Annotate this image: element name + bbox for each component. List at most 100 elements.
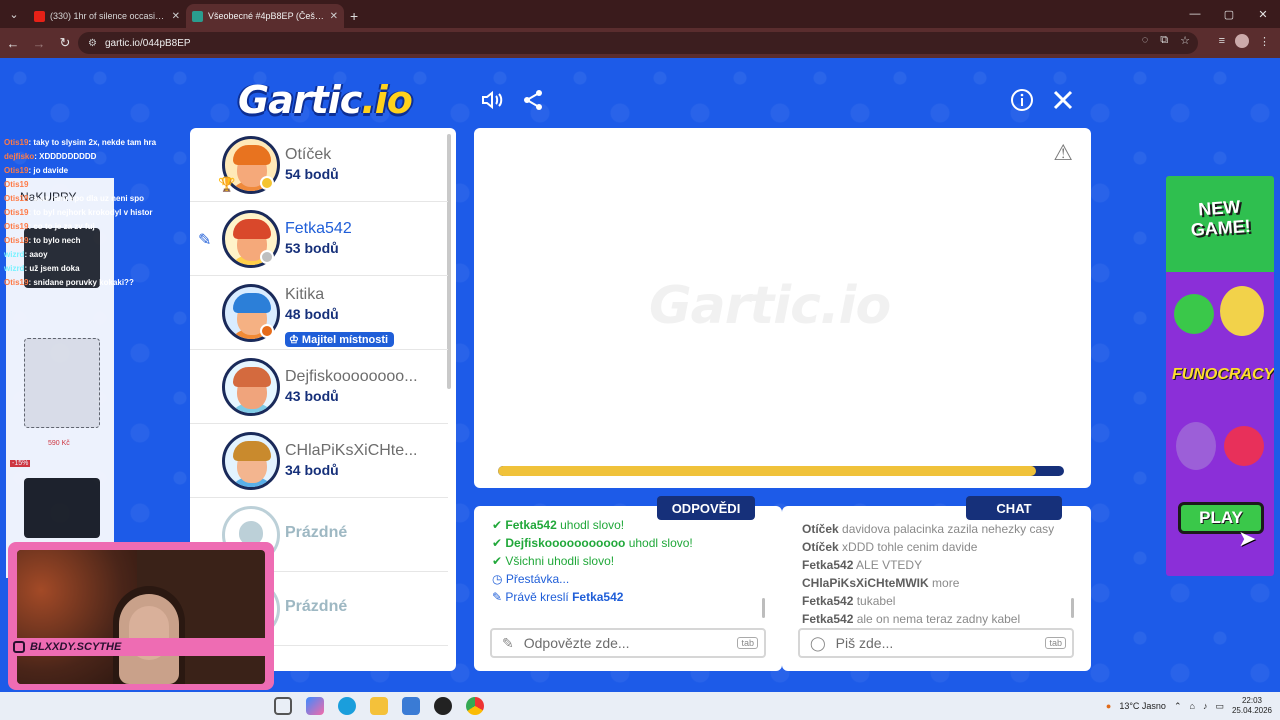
drawing-canvas[interactable]: ⚠ Gartic.io xyxy=(474,128,1091,488)
ad-character-image xyxy=(1224,426,1264,466)
check-icon: ✔ xyxy=(492,554,506,568)
player-row[interactable]: 🏆 Otíček 54 bodů xyxy=(190,128,448,202)
pencil-icon: ✎ xyxy=(492,590,506,604)
pencil-icon: ✎ xyxy=(502,634,514,651)
maximize-button[interactable]: ▢ xyxy=(1212,0,1246,28)
answers-scrollbar[interactable] xyxy=(762,598,765,618)
weather-icon[interactable]: ● xyxy=(1106,701,1111,711)
forward-icon[interactable]: → xyxy=(26,36,52,51)
chat-scrollbar[interactable] xyxy=(1071,598,1074,618)
chat-message: Otíček davidova palacinka zazila nehezky… xyxy=(802,522,1055,536)
player-row[interactable]: CHlaPiKsXiCHte... 34 bodů xyxy=(190,424,448,498)
edge-icon[interactable] xyxy=(338,697,356,715)
tab-key-hint: tab xyxy=(1045,637,1066,649)
tab-gartic[interactable]: Všeobecné #4pB8EP (Čeština) - ✕ xyxy=(186,4,344,28)
player-row[interactable]: Dejfiskoooooooo... 43 bodů xyxy=(190,350,448,424)
player-points: 43 bodů xyxy=(285,388,339,404)
stream-chat-line: wizrd: už jsem doka xyxy=(4,264,80,273)
youtube-icon xyxy=(34,10,45,22)
avatar xyxy=(222,358,280,416)
reload-icon[interactable]: ↻ xyxy=(52,35,78,51)
ad-character-image xyxy=(1174,294,1214,334)
address-bar-icons: ◌ ⧉ ☆ xyxy=(1142,34,1190,47)
bookmark-star-icon[interactable]: ☆ xyxy=(1180,34,1190,47)
check-icon: ✔ xyxy=(492,536,506,550)
site-info-icon[interactable]: ⚙ xyxy=(88,38,97,49)
stream-chat-line: Otis19: taky to slysim 2x, nekde tam hra xyxy=(4,138,157,147)
share-icon[interactable] xyxy=(521,88,545,112)
system-message: ✎ Právě kreslí Fetka542 xyxy=(492,590,624,604)
menu-icon[interactable]: ⋮ xyxy=(1259,35,1270,48)
player-name: Otíček xyxy=(285,146,332,163)
app-icon[interactable] xyxy=(434,697,452,715)
system-message: ◷ Přestávka... xyxy=(492,572,570,586)
clock[interactable]: 22:03 25.04.2026 xyxy=(1232,696,1272,716)
system-tray: ● 13°C Jasno ⌃ ⌂ ♪ ▭ 22:03 25.04.2026 xyxy=(1106,692,1272,720)
chat-placeholder: Piš zde... xyxy=(835,635,894,651)
task-view-icon[interactable] xyxy=(274,697,292,715)
report-warning-icon[interactable]: ⚠ xyxy=(1053,140,1073,166)
chat-message: Otíček xDDD tohle cenim davide xyxy=(802,540,978,554)
instagram-icon xyxy=(13,641,25,653)
tab-youtube[interactable]: (330) 1hr of silence occasionall ✕ xyxy=(28,4,186,28)
ad-price: 590 Kč xyxy=(48,440,70,447)
toolbar-right: ≡ ⋮ xyxy=(1219,34,1270,48)
new-tab-button[interactable]: + xyxy=(350,4,358,28)
volume-icon[interactable]: ♪ xyxy=(1203,701,1208,711)
reading-list-icon[interactable]: ≡ xyxy=(1219,35,1225,47)
webcam-overlay xyxy=(8,542,274,690)
tab-search-button[interactable]: ⌄ xyxy=(0,0,28,28)
eye-off-icon[interactable]: ◌ xyxy=(1142,34,1149,47)
navigation-bar: ← → ↻ ⚙ gartic.io/044pB8EP ◌ ⧉ ☆ ≡ ⋮ xyxy=(0,28,1280,58)
chat-message: CHlaPiKsXiCHteMWIK more xyxy=(802,576,960,590)
check-icon: ✔ xyxy=(492,518,506,532)
chat-feed: Otíček davidova palacinka zazila nehezky… xyxy=(802,520,1072,628)
sound-icon[interactable] xyxy=(480,88,504,112)
answer-input[interactable]: ✎ Odpovězte zde... tab xyxy=(490,628,766,658)
profile-avatar[interactable] xyxy=(1235,34,1249,48)
player-points: 54 bodů xyxy=(285,166,339,182)
crown-icon: ♔ xyxy=(289,334,302,346)
answers-feed: ✔ Fetka542 uhodl slovo! ✔ Dejfiskooooooo… xyxy=(492,516,762,624)
info-icon[interactable] xyxy=(1010,88,1034,112)
stream-chat-line: Otis19: jo davide xyxy=(4,166,69,175)
player-points: 34 bodů xyxy=(285,462,339,478)
close-tab-icon[interactable]: ✕ xyxy=(330,11,338,22)
avatar xyxy=(222,432,280,490)
player-row[interactable]: ✎ Fetka542 53 bodů xyxy=(190,202,448,276)
install-icon[interactable]: ⧉ xyxy=(1160,34,1168,47)
empty-slot-label: Prázdné xyxy=(285,524,348,541)
right-advert[interactable]: NEW GAME! FUNOCRACY PLAY ➤ xyxy=(1166,176,1274,576)
file-explorer-icon[interactable] xyxy=(370,697,388,715)
chat-panel: Otíček davidova palacinka zazila nehezky… xyxy=(782,506,1091,671)
close-tab-icon[interactable]: ✕ xyxy=(172,11,180,22)
canvas-watermark: Gartic.io xyxy=(649,276,891,336)
chat-input[interactable]: ◯ Piš zde... tab xyxy=(798,628,1074,658)
player-row[interactable]: Kitika 48 bodů ♔ Majitel místnosti xyxy=(190,276,448,350)
player-points: 48 bodů xyxy=(285,306,339,322)
player-name: Kitika xyxy=(285,286,325,303)
player-name: CHlaPiKsXiCHte... xyxy=(285,442,418,459)
tray-arrow-icon[interactable]: ⌃ xyxy=(1174,701,1182,712)
close-window-button[interactable]: ✕ xyxy=(1246,0,1280,28)
answers-panel: ✔ Fetka542 uhodl slovo! ✔ Dejfiskooooooo… xyxy=(474,506,782,671)
battery-icon[interactable]: ▭ xyxy=(1215,701,1224,712)
photos-icon[interactable] xyxy=(402,697,420,715)
url-text: gartic.io/044pB8EP xyxy=(104,37,191,49)
weather-text[interactable]: 13°C Jasno xyxy=(1119,701,1166,711)
back-icon[interactable]: ← xyxy=(0,36,26,51)
answer-placeholder: Odpovězte zde... xyxy=(523,635,630,651)
ad-character-image xyxy=(1176,422,1216,470)
stream-chat-overlay: Otis19: taky to slysim 2x, nekde tam hra… xyxy=(4,136,204,290)
copilot-icon[interactable] xyxy=(306,697,324,715)
room-owner-badge: ♔ Majitel místnosti xyxy=(285,332,395,347)
network-icon[interactable]: ⌂ xyxy=(1190,701,1195,711)
windows-taskbar: ● 13°C Jasno ⌃ ⌂ ♪ ▭ 22:03 25.04.2026 xyxy=(0,692,1280,720)
minimize-button[interactable]: — xyxy=(1178,0,1212,28)
exit-room-icon[interactable] xyxy=(1051,88,1075,112)
chrome-icon[interactable] xyxy=(466,697,484,715)
chat-tab[interactable]: CHAT xyxy=(966,496,1062,520)
answers-tab[interactable]: ODPOVĚDI xyxy=(657,496,755,520)
player-points: 53 bodů xyxy=(285,240,339,256)
address-bar[interactable]: ⚙ gartic.io/044pB8EP xyxy=(78,32,1198,54)
